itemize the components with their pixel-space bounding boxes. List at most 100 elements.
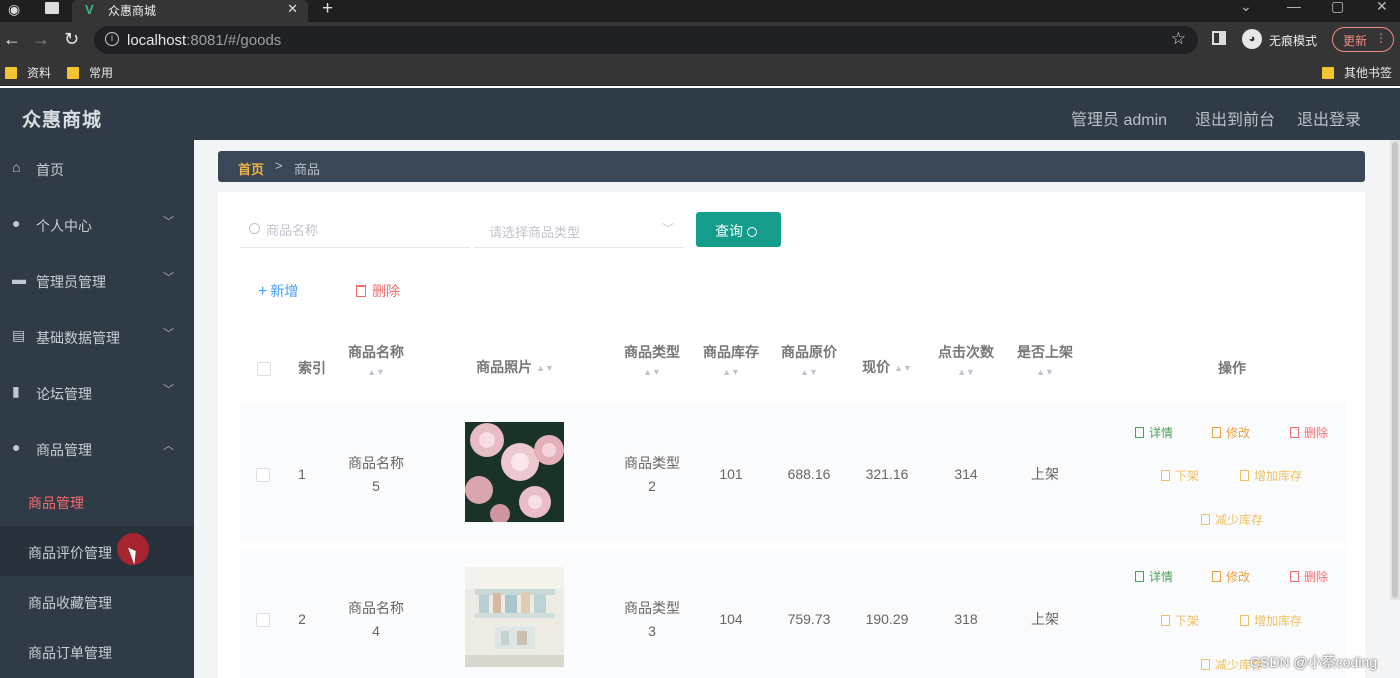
goods-photo-roses[interactable] bbox=[465, 422, 564, 522]
sidebar-item-forum[interactable]: ▮ 论坛管理 ﹀ bbox=[0, 364, 194, 420]
col-type[interactable]: 商品类型 ▲▼ bbox=[616, 342, 688, 377]
new-tab-button[interactable]: + bbox=[322, 0, 333, 20]
row-checkbox[interactable] bbox=[256, 613, 270, 627]
col-price[interactable]: 现价 ▲▼ bbox=[850, 357, 924, 377]
sort-icon[interactable]: ▲▼ bbox=[695, 368, 767, 377]
folder-icon bbox=[1322, 67, 1334, 79]
delete-button[interactable]: 删除 bbox=[1290, 568, 1328, 585]
batch-delete-button[interactable]: 删除 bbox=[356, 281, 400, 301]
sidebar-subitem-label: 商品评价管理 bbox=[28, 545, 112, 561]
col-stock[interactable]: 商品库存 ▲▼ bbox=[695, 342, 767, 377]
reload-icon[interactable]: ↻ bbox=[64, 29, 79, 50]
tab-close-icon[interactable]: ✕ bbox=[287, 1, 298, 17]
sort-icon[interactable]: ▲▼ bbox=[1009, 368, 1081, 377]
cell-stock: 104 bbox=[719, 611, 743, 627]
cell-type: 商品类型 2 bbox=[624, 455, 680, 494]
sidebar-item-personal-center[interactable]: ● 个人中心 ﹀ bbox=[0, 196, 194, 252]
query-button[interactable]: 查询 bbox=[696, 212, 781, 247]
sort-icon[interactable]: ▲▼ bbox=[616, 368, 688, 377]
minus-circle-icon bbox=[1201, 659, 1210, 670]
breadcrumb-home[interactable]: 首页 bbox=[238, 159, 264, 178]
address-bar-row: ← → ↻ i localhost:8081/#/goods ☆ bbox=[0, 22, 1400, 58]
home-icon: ⌂ bbox=[12, 159, 21, 175]
col-name[interactable]: 商品名称 ▲▼ bbox=[340, 342, 412, 377]
row-checkbox[interactable] bbox=[256, 468, 270, 482]
page-scrollbar[interactable] bbox=[1390, 140, 1400, 600]
edit-button[interactable]: 修改 bbox=[1212, 568, 1250, 585]
update-button[interactable]: 更新 ⋮ bbox=[1332, 27, 1394, 52]
sidebar-subitem-goods-review[interactable]: 商品评价管理 bbox=[0, 526, 194, 576]
off-shelf-button[interactable]: 下架 bbox=[1161, 612, 1199, 629]
watermark: CSDN @小蔡coding bbox=[1250, 654, 1378, 670]
sort-icon[interactable]: ▲▼ bbox=[773, 368, 845, 377]
sort-icon[interactable]: ▲▼ bbox=[930, 368, 1002, 377]
detail-button[interactable]: 详情 bbox=[1135, 568, 1173, 585]
col-ops: 操作 bbox=[1218, 360, 1246, 376]
delete-button[interactable]: 删除 bbox=[1290, 424, 1328, 441]
goods-name-input[interactable] bbox=[266, 220, 456, 240]
col-on-shelf[interactable]: 是否上架 ▲▼ bbox=[1009, 342, 1081, 377]
logout-link[interactable]: 退出登录 bbox=[1297, 106, 1361, 130]
other-bookmarks[interactable]: 其他书签 bbox=[1322, 64, 1392, 81]
sidebar-subitem-goods-favorite[interactable]: 商品收藏管理 bbox=[0, 576, 194, 626]
cell-clicks: 318 bbox=[954, 611, 978, 627]
select-all-checkbox[interactable] bbox=[257, 362, 271, 376]
back-icon[interactable]: ← bbox=[3, 29, 21, 50]
sidebar-item-basic-data[interactable]: ▤ 基础数据管理 ﹀ bbox=[0, 308, 194, 364]
page-icon bbox=[45, 2, 59, 14]
sidebar-item-home[interactable]: ⌂ 首页 bbox=[0, 140, 194, 196]
plus-icon: + bbox=[258, 283, 268, 300]
goods-name-search[interactable] bbox=[240, 212, 470, 248]
site-info-icon[interactable]: i bbox=[105, 32, 119, 46]
chevron-down-icon: ﹀ bbox=[163, 272, 174, 284]
minimize-icon[interactable]: — bbox=[1287, 0, 1301, 14]
sort-icon[interactable]: ▲▼ bbox=[536, 364, 554, 373]
sidebar-item-goods[interactable]: ● 商品管理 ︿ bbox=[0, 420, 194, 476]
add-stock-button[interactable]: 增加库存 bbox=[1240, 612, 1302, 629]
side-panel-icon[interactable] bbox=[1212, 31, 1226, 45]
sidebar-subitem-goods-order[interactable]: 商品订单管理 bbox=[0, 626, 194, 676]
browser-menu-icon[interactable]: ◉ bbox=[8, 1, 20, 18]
sidebar-item-label: 管理员管理 bbox=[36, 274, 106, 290]
trash-icon bbox=[1290, 427, 1299, 438]
query-button-label: 查询 bbox=[715, 223, 743, 239]
goods-type-select[interactable]: 请选择商品类型 ﹀ bbox=[474, 212, 684, 248]
col-old-price[interactable]: 商品原价 ▲▼ bbox=[773, 342, 845, 377]
add-stock-button[interactable]: 增加库存 bbox=[1240, 467, 1302, 484]
exit-to-front-link[interactable]: 退出到前台 bbox=[1195, 106, 1275, 130]
plus-circle-icon bbox=[1240, 470, 1249, 481]
chevron-down-icon: ﹀ bbox=[163, 384, 174, 396]
window-close-icon[interactable]: ✕ bbox=[1376, 0, 1388, 15]
bookmark-star-icon[interactable]: ☆ bbox=[1171, 29, 1186, 49]
bookmark-folder[interactable]: 常用 bbox=[67, 64, 113, 81]
document-icon bbox=[1135, 427, 1144, 438]
edit-icon bbox=[1212, 427, 1221, 438]
detail-button[interactable]: 详情 bbox=[1135, 424, 1173, 441]
restore-icon[interactable]: ▢ bbox=[1331, 0, 1344, 15]
plus-circle-icon bbox=[1240, 615, 1249, 626]
sort-icon[interactable]: ▲▼ bbox=[894, 364, 912, 373]
incognito-icon[interactable]: ◕ bbox=[1242, 29, 1262, 49]
url-bar[interactable]: i localhost:8081/#/goods ☆ bbox=[94, 26, 1198, 54]
trash-icon bbox=[356, 285, 366, 297]
edit-button[interactable]: 修改 bbox=[1212, 424, 1250, 441]
sidebar-item-admin-management[interactable]: ▬ 管理员管理 ﹀ bbox=[0, 252, 194, 308]
app-header: 众惠商城 管理员 admin 退出到前台 退出登录 bbox=[0, 88, 1400, 140]
edit-icon bbox=[1212, 571, 1221, 582]
cell-clicks: 314 bbox=[954, 466, 978, 482]
off-shelf-button[interactable]: 下架 bbox=[1161, 467, 1199, 484]
goods-photo-shelf[interactable] bbox=[465, 567, 564, 667]
add-button[interactable]: + 新增 bbox=[258, 281, 298, 301]
sidebar-subitem-goods[interactable]: 商品管理 bbox=[0, 476, 194, 526]
chevron-down-icon: ﹀ bbox=[661, 222, 674, 236]
reduce-stock-button[interactable]: 减少库存 bbox=[1201, 511, 1263, 528]
browser-tab[interactable]: V 众惠商城 ✕ bbox=[72, 0, 308, 22]
sort-icon[interactable]: ▲▼ bbox=[340, 368, 412, 377]
trash-icon bbox=[1290, 571, 1299, 582]
tab-search-icon[interactable]: ⌄ bbox=[1240, 0, 1252, 15]
cell-index: 1 bbox=[298, 466, 306, 482]
forward-icon[interactable]: → bbox=[32, 29, 50, 50]
bookmark-folder[interactable]: 资料 bbox=[5, 64, 51, 81]
col-photo[interactable]: 商品照片 ▲▼ bbox=[440, 357, 590, 377]
col-clicks[interactable]: 点击次数 ▲▼ bbox=[930, 342, 1002, 377]
